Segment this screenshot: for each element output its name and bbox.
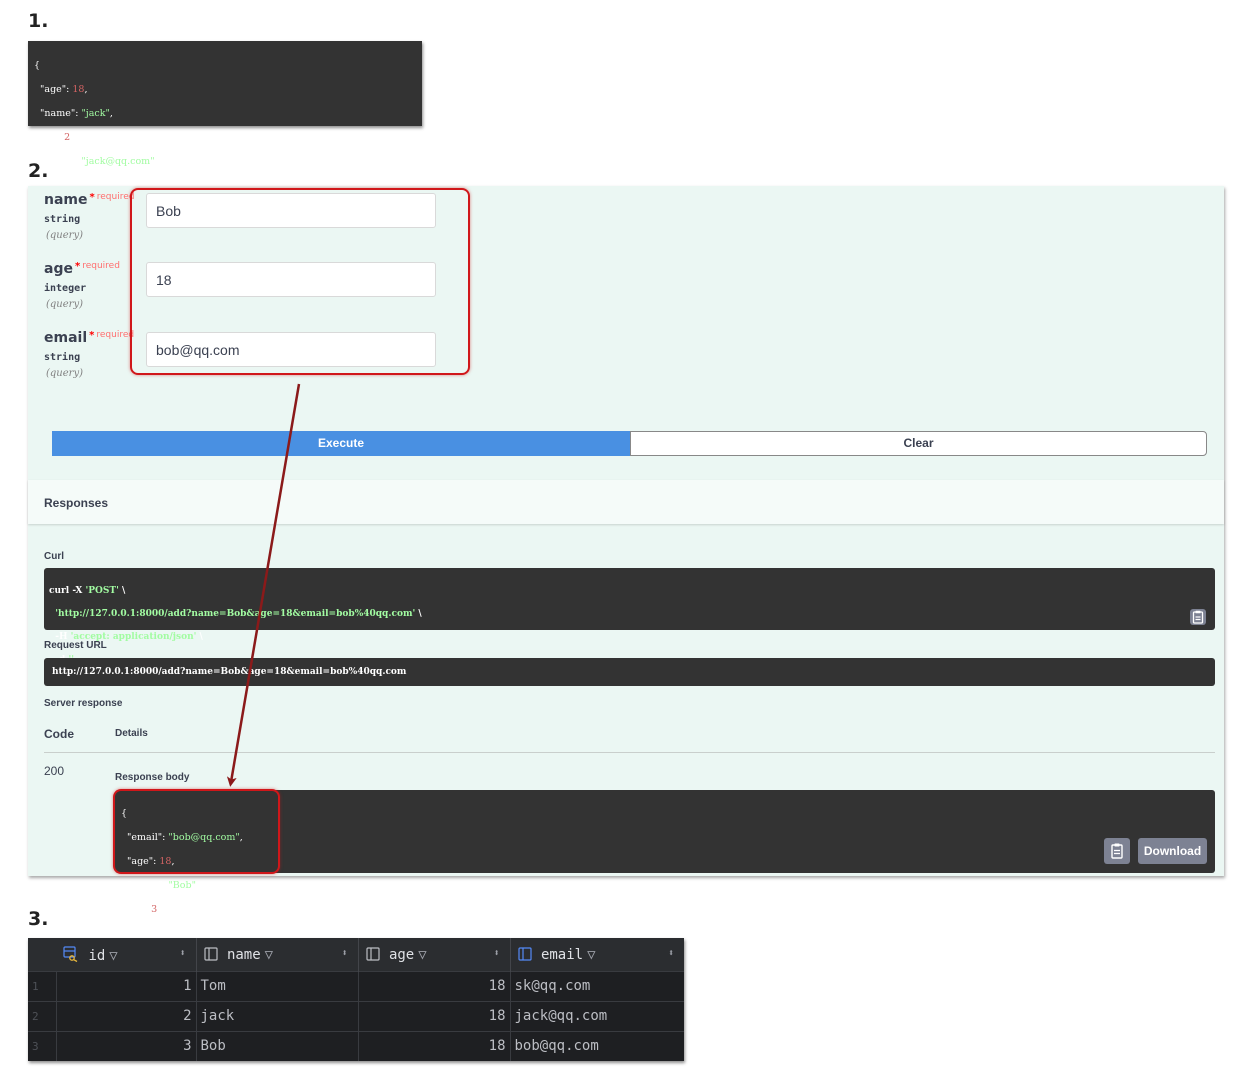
cell-name[interactable]: jack <box>196 1000 359 1031</box>
flow-arrow <box>226 383 301 787</box>
column-header-email[interactable]: email ▽ ⬍ <box>510 938 684 971</box>
cell-id[interactable]: 1 <box>56 970 197 1001</box>
table-row[interactable]: 1 1 Tom 18 sk@qq.com <box>28 970 684 1001</box>
cell-id[interactable]: 3 <box>56 1030 197 1061</box>
sort-icon[interactable]: ⬍ <box>493 948 499 959</box>
filter-icon[interactable]: ▽ <box>587 947 595 963</box>
users-table: id ▽ ⬍ name ▽ ⬍ age ▽ ⬍ email ▽ ⬍ 1 1 To… <box>28 938 684 1061</box>
cell-email[interactable]: jack@qq.com <box>510 1000 684 1031</box>
row-number-header <box>28 938 56 971</box>
table-row[interactable]: 3 3 Bob 18 bob@qq.com <box>28 1030 684 1061</box>
row-number: 2 <box>28 1000 57 1031</box>
cell-age[interactable]: 18 <box>358 1030 511 1061</box>
filter-icon[interactable]: ▽ <box>109 948 117 964</box>
filter-icon[interactable]: ▽ <box>418 947 426 963</box>
column-label: email <box>540 946 584 963</box>
column-header-age[interactable]: age ▽ ⬍ <box>358 938 511 971</box>
column-icon <box>203 947 218 961</box>
table-header-row: id ▽ ⬍ name ▽ ⬍ age ▽ ⬍ email ▽ ⬍ <box>28 938 684 971</box>
column-label: age <box>388 946 415 963</box>
indexed-column-icon <box>517 947 532 961</box>
column-header-name[interactable]: name ▽ ⬍ <box>196 938 359 971</box>
cell-name[interactable]: Tom <box>196 970 359 1001</box>
sort-icon[interactable]: ⬍ <box>668 948 674 959</box>
column-icon <box>365 947 380 961</box>
column-label: name <box>226 946 261 963</box>
cell-name[interactable]: Bob <box>196 1030 359 1061</box>
primary-key-icon <box>63 946 78 962</box>
cell-email[interactable]: bob@qq.com <box>510 1030 684 1061</box>
row-number: 1 <box>28 970 57 1001</box>
section-3-number: 3. <box>28 908 49 930</box>
sort-icon[interactable]: ⬍ <box>341 948 347 959</box>
cell-id[interactable]: 2 <box>56 1000 197 1031</box>
row-number: 3 <box>28 1030 57 1061</box>
column-label: id <box>88 947 106 964</box>
cell-age[interactable]: 18 <box>358 970 511 1001</box>
column-header-id[interactable]: id ▽ ⬍ <box>56 938 197 971</box>
filter-icon[interactable]: ▽ <box>265 947 273 963</box>
sort-icon[interactable]: ⬍ <box>179 948 185 959</box>
cell-age[interactable]: 18 <box>358 1000 511 1031</box>
table-row[interactable]: 2 2 jack 18 jack@qq.com <box>28 1000 684 1031</box>
cell-email[interactable]: sk@qq.com <box>510 970 684 1001</box>
